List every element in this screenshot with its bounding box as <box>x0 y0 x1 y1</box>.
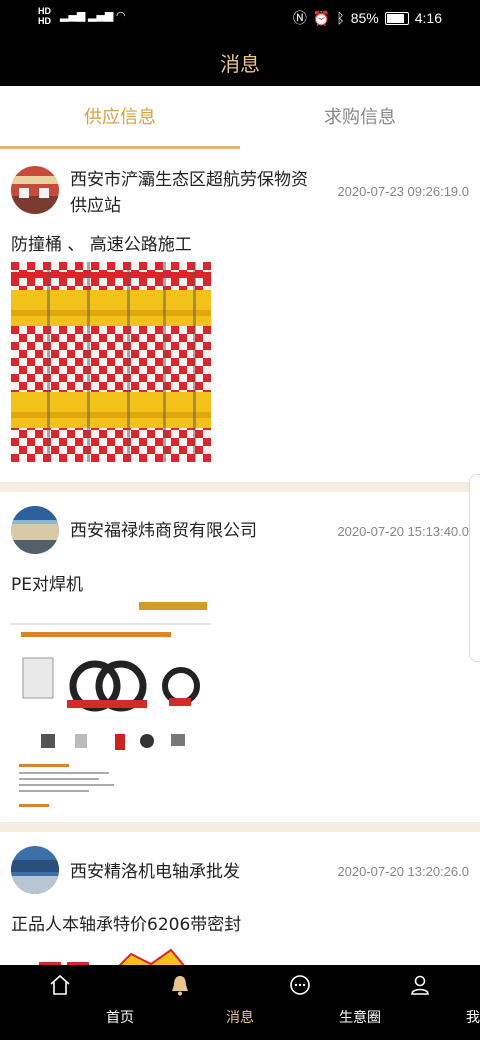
list-item[interactable]: 西安市浐灞生态区超航劳保物资供应站 2020-07-23 09:26:19.0 … <box>0 150 480 482</box>
wifi-icon: ◠ <box>116 9 126 22</box>
clock: 4:16 <box>414 10 442 26</box>
post-time: 2020-07-20 15:13:40.0 <box>337 524 469 539</box>
avatar <box>11 846 59 894</box>
avatar <box>11 166 59 214</box>
product-image[interactable] <box>11 262 211 462</box>
list-item[interactable]: 西安精洛机电轴承批发 2020-07-20 13:20:26.0 正品人本轴承特… <box>0 832 480 965</box>
page-title: 消息 <box>220 52 260 76</box>
tab-purchase[interactable]: 求购信息 <box>240 86 480 150</box>
nfc-icon: Ⓝ <box>292 10 307 26</box>
product-image[interactable] <box>11 600 211 820</box>
tab-bar: 供应信息 求购信息 <box>0 86 480 150</box>
post-title: PE对焊机 <box>11 575 83 595</box>
post-time: 2020-07-20 13:20:26.0 <box>337 864 469 879</box>
alarm-icon: ⏰ <box>312 9 331 26</box>
home-icon <box>48 973 72 997</box>
nav-home[interactable]: 首页 <box>0 965 134 1040</box>
header: 消息 <box>0 36 480 86</box>
hd-indicator: HD HD <box>38 6 51 26</box>
battery-icon <box>384 11 409 25</box>
nav-messages[interactable]: 消息 <box>120 965 254 1040</box>
battery-percent: 85% <box>350 10 379 26</box>
bluetooth-icon: ᛒ <box>336 10 345 26</box>
list-item[interactable]: 西安福禄炜商贸有限公司 2020-07-20 15:13:40.0 PE对焊机 <box>0 492 480 822</box>
tab-indicator <box>0 146 240 149</box>
user-icon <box>408 973 432 997</box>
avatar <box>11 506 59 554</box>
post-title: 防撞桶 、 高速公路施工 <box>11 235 192 255</box>
signal-icon: ▂▄▆ <box>88 9 114 22</box>
company-name: 西安精洛机电轴承批发 <box>70 862 240 882</box>
company-name: 西安市浐灞生态区超航劳保物资供应站 <box>70 170 308 216</box>
tab-supply[interactable]: 供应信息 <box>0 86 240 150</box>
bell-icon <box>168 973 192 997</box>
scrollbar-handle[interactable] <box>469 474 480 662</box>
divider <box>0 482 480 492</box>
nav-label: 我的 <box>466 1010 480 1026</box>
chat-icon <box>288 973 312 997</box>
nav-mine[interactable]: 我的 <box>360 965 480 1040</box>
divider <box>0 822 480 832</box>
status-bar: HD HD ▂▄▆ ▂▄▆ ◠ Ⓝ ⏰ ᛒ 85% 4:16 <box>0 0 480 36</box>
post-title: 正品人本轴承特价6206带密封 <box>11 915 242 935</box>
bottom-nav: 首页 消息 生意圈 我的 <box>0 965 480 1040</box>
feed[interactable]: 西安市浐灞生态区超航劳保物资供应站 2020-07-23 09:26:19.0 … <box>0 150 480 965</box>
company-name: 西安福禄炜商贸有限公司 <box>70 521 257 541</box>
post-time: 2020-07-23 09:26:19.0 <box>337 184 469 199</box>
nav-business-circle[interactable]: 生意圈 <box>240 965 381 1040</box>
signal-icon: ▂▄▆ <box>60 9 86 22</box>
product-image[interactable] <box>11 944 211 965</box>
